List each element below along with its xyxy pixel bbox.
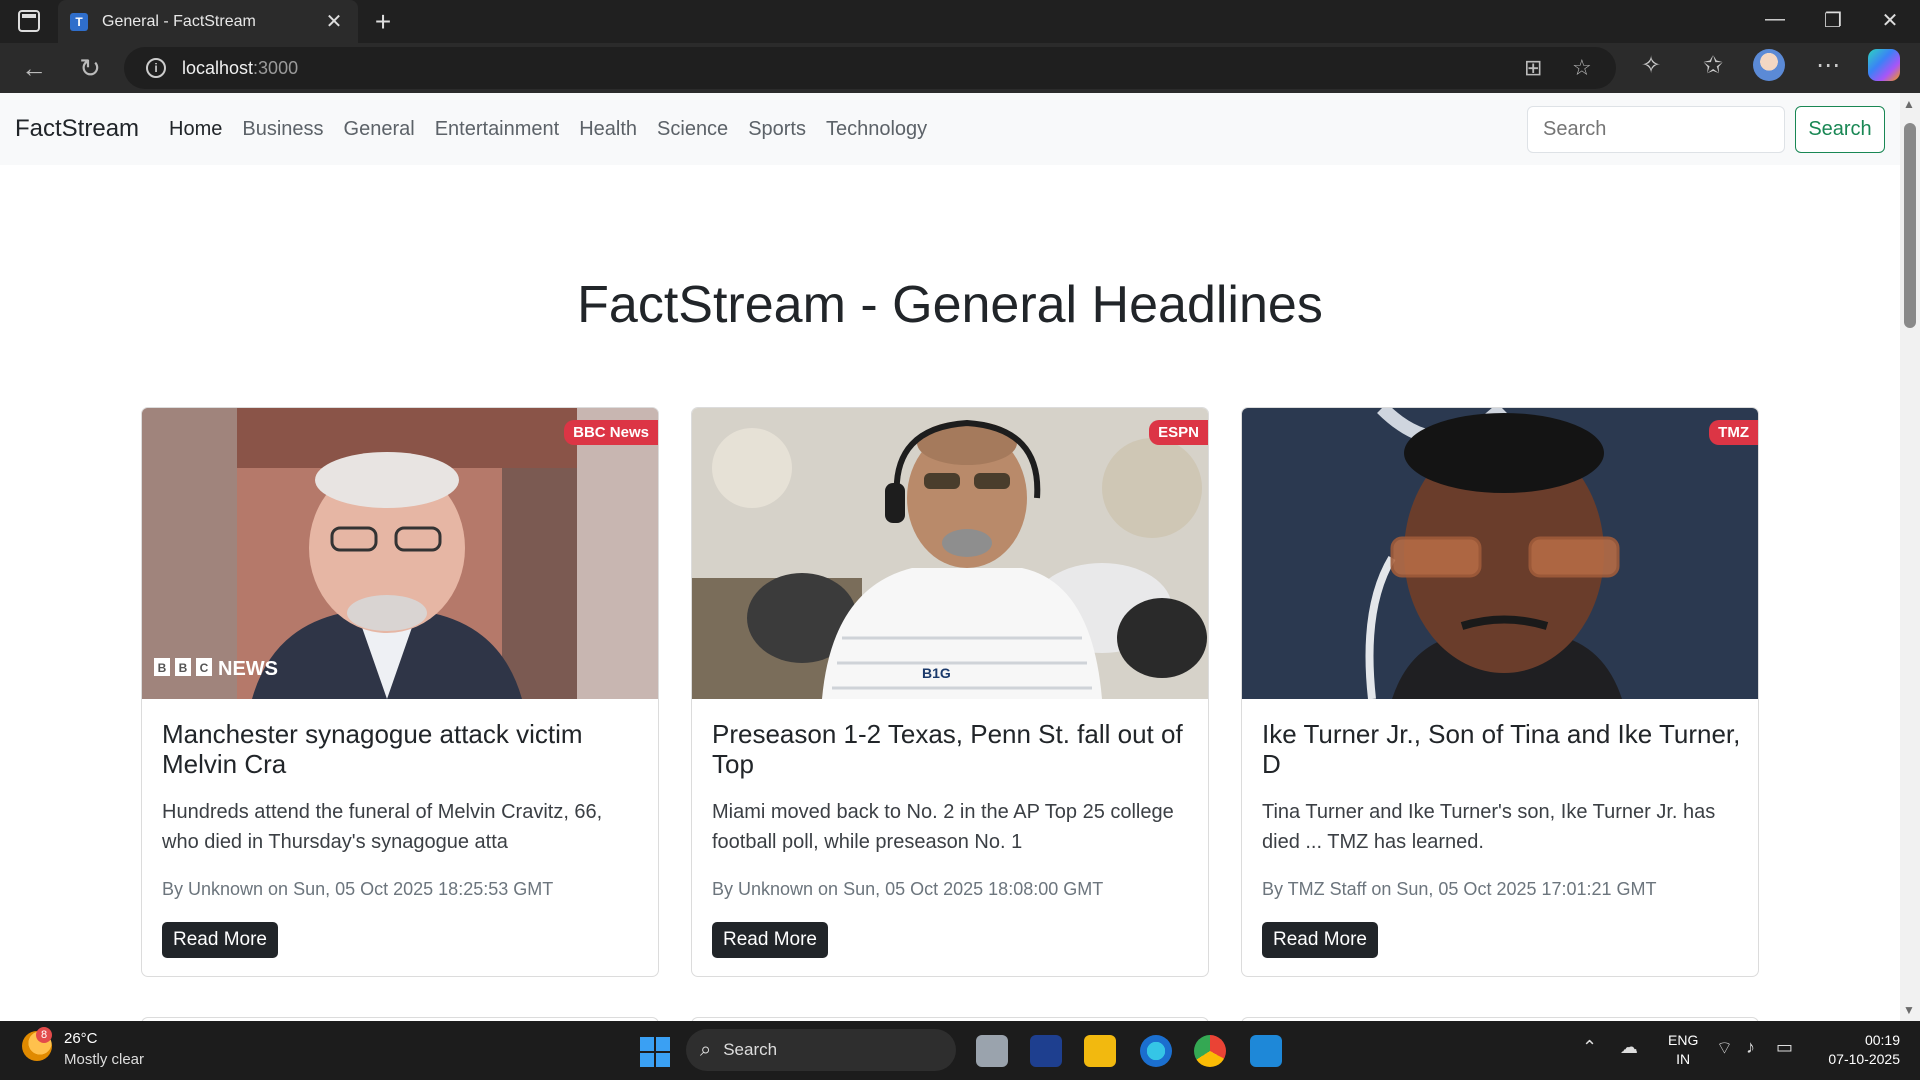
source-badge: ESPN	[1149, 420, 1208, 445]
url-port: :3000	[253, 57, 299, 78]
brand-logo[interactable]: FactStream	[15, 115, 139, 143]
source-badge: TMZ	[1709, 420, 1758, 445]
tab-title: General - FactStream	[102, 12, 256, 30]
image-watermark: NEWS	[218, 658, 278, 680]
card-title: Preseason 1-2 Texas, Penn St. fall out o…	[712, 719, 1183, 779]
card-title: Ike Turner Jr., Son of Tina and Ike Turn…	[1262, 719, 1741, 779]
task-view-icon[interactable]	[976, 1035, 1008, 1067]
nav-link-home[interactable]: Home	[169, 118, 222, 141]
dev-home-icon[interactable]	[1030, 1035, 1062, 1067]
onedrive-cloud-icon[interactable]: ☁	[1620, 1037, 1638, 1058]
nav-link-entertainment[interactable]: Entertainment	[435, 118, 560, 141]
profile-avatar[interactable]	[1753, 49, 1785, 81]
favicon-icon: T	[70, 12, 88, 31]
close-window-icon[interactable]: ✕	[1870, 8, 1910, 33]
favorites-icon[interactable]: ✩	[1695, 51, 1731, 80]
read-more-button[interactable]: Read More	[712, 922, 828, 958]
volume-icon[interactable]: ♪	[1746, 1037, 1755, 1058]
card-byline: By Unknown on Sun, 05 Oct 2025 18:08:00 …	[712, 879, 1104, 899]
site-info-icon[interactable]: i	[146, 58, 166, 78]
scroll-up-icon[interactable]: ▲	[1903, 97, 1915, 111]
scroll-down-icon[interactable]: ▼	[1903, 1003, 1915, 1017]
language-code: ENG	[1668, 1032, 1699, 1048]
nav-link-sports[interactable]: Sports	[748, 118, 806, 141]
copilot-icon[interactable]	[1868, 49, 1900, 81]
wifi-icon[interactable]: ⌔	[1716, 1037, 1733, 1060]
card-title: Manchester synagogue attack victim Melvi…	[162, 719, 583, 779]
news-card: B B C NEWS BBC News Manchester synagogue…	[141, 407, 659, 977]
card-body: Manchester synagogue attack victim Melvi…	[162, 719, 642, 958]
nav-link-business[interactable]: Business	[242, 118, 323, 141]
news-image: B B C NEWS	[142, 408, 658, 699]
language-indicator[interactable]: ENG IN	[1668, 1031, 1698, 1069]
nav-link-technology[interactable]: Technology	[826, 118, 927, 141]
card-description: Tina Turner and Ike Turner's son, Ike Tu…	[1262, 801, 1716, 853]
search-icon: ⌕	[700, 1038, 712, 1061]
browser-toolbar: ← ↻ i localhost:3000 ⊞ ☆ ✧ ✩ ⋯	[0, 43, 1920, 93]
news-card: TMZ Ike Turner Jr., Son of Tina and Ike …	[1241, 407, 1759, 977]
vscode-icon[interactable]	[1250, 1035, 1282, 1067]
minimize-icon[interactable]: —	[1755, 8, 1795, 31]
address-bar[interactable]: i localhost:3000 ⊞ ☆	[124, 47, 1616, 89]
taskbar-search[interactable]: ⌕ Search	[686, 1029, 956, 1071]
weather-condition: Mostly clear	[64, 1051, 145, 1068]
news-image: B1G	[692, 408, 1208, 699]
browser-tab-bar: T General - FactStream ✕ + — ❐ ✕	[0, 0, 1920, 43]
clock-time: 00:19	[1864, 1032, 1900, 1048]
read-more-button[interactable]: Read More	[1262, 922, 1378, 958]
card-description: Miami moved back to No. 2 in the AP Top …	[712, 801, 1174, 853]
restore-icon[interactable]: ❐	[1813, 8, 1853, 33]
svg-text:B: B	[158, 661, 167, 675]
region-code: IN	[1676, 1051, 1691, 1067]
nav-link-health[interactable]: Health	[579, 118, 637, 141]
page-title: FactStream - General Headlines	[577, 276, 1323, 334]
clock-date: 07-10-2025	[1828, 1051, 1900, 1067]
weather-temperature: 26°C	[64, 1030, 98, 1047]
battery-icon[interactable]: ▭	[1776, 1037, 1793, 1058]
new-tab-icon[interactable]: +	[368, 6, 398, 38]
search-button[interactable]: Search	[1795, 106, 1885, 153]
weather-notification-badge: 8	[36, 1027, 52, 1043]
image-watermark: B1G	[922, 665, 951, 681]
more-options-icon[interactable]: ⋯	[1810, 51, 1846, 80]
app-available-icon[interactable]: ⊞	[1524, 55, 1542, 81]
source-badge: BBC News	[564, 420, 658, 445]
os-taskbar: 8 26°C Mostly clear ⌕ Search ⌃ ☁ ENG IN …	[0, 1021, 1920, 1080]
active-tab[interactable]: T General - FactStream ✕	[58, 0, 358, 43]
nav-link-science[interactable]: Science	[657, 118, 728, 141]
news-card: B1G ESPN Preseason 1-2 Texas, Penn St. f…	[691, 407, 1209, 977]
site-navbar: FactStream Home Business General Enterta…	[0, 93, 1900, 165]
extensions-icon[interactable]: ✧	[1633, 51, 1669, 80]
svg-text:B: B	[179, 661, 188, 675]
card-body: Preseason 1-2 Texas, Penn St. fall out o…	[712, 719, 1192, 958]
favorite-star-icon[interactable]: ☆	[1572, 55, 1592, 81]
edge-browser-icon[interactable]	[1140, 1035, 1172, 1067]
windows-start-icon[interactable]	[640, 1037, 670, 1067]
page-viewport: FactStream Home Business General Enterta…	[0, 93, 1900, 1021]
page-scrollbar[interactable]: ▲ ▼	[1900, 93, 1920, 1021]
system-clock[interactable]: 00:19 07-10-2025	[1808, 1031, 1900, 1069]
search-input[interactable]	[1527, 106, 1785, 153]
news-image	[1242, 408, 1758, 699]
card-byline: By TMZ Staff on Sun, 05 Oct 2025 17:01:2…	[1262, 879, 1657, 899]
taskbar-search-label: Search	[723, 1040, 778, 1059]
back-icon[interactable]: ←	[14, 53, 54, 84]
reload-icon[interactable]: ↻	[70, 53, 110, 84]
close-tab-icon[interactable]: ✕	[322, 9, 346, 34]
read-more-button[interactable]: Read More	[162, 922, 278, 958]
file-explorer-icon[interactable]	[1084, 1035, 1116, 1067]
card-byline: By Unknown on Sun, 05 Oct 2025 18:25:53 …	[162, 879, 554, 899]
svg-text:C: C	[200, 661, 209, 675]
tab-actions-icon[interactable]	[18, 10, 40, 32]
url-host: localhost	[182, 57, 254, 78]
chrome-browser-icon[interactable]	[1194, 1035, 1226, 1067]
card-description: Hundreds attend the funeral of Melvin Cr…	[162, 801, 603, 853]
scroll-thumb[interactable]	[1904, 123, 1916, 328]
nav-link-general[interactable]: General	[344, 118, 415, 141]
card-body: Ike Turner Jr., Son of Tina and Ike Turn…	[1262, 719, 1742, 958]
show-hidden-icons-icon[interactable]: ⌃	[1582, 1037, 1597, 1058]
